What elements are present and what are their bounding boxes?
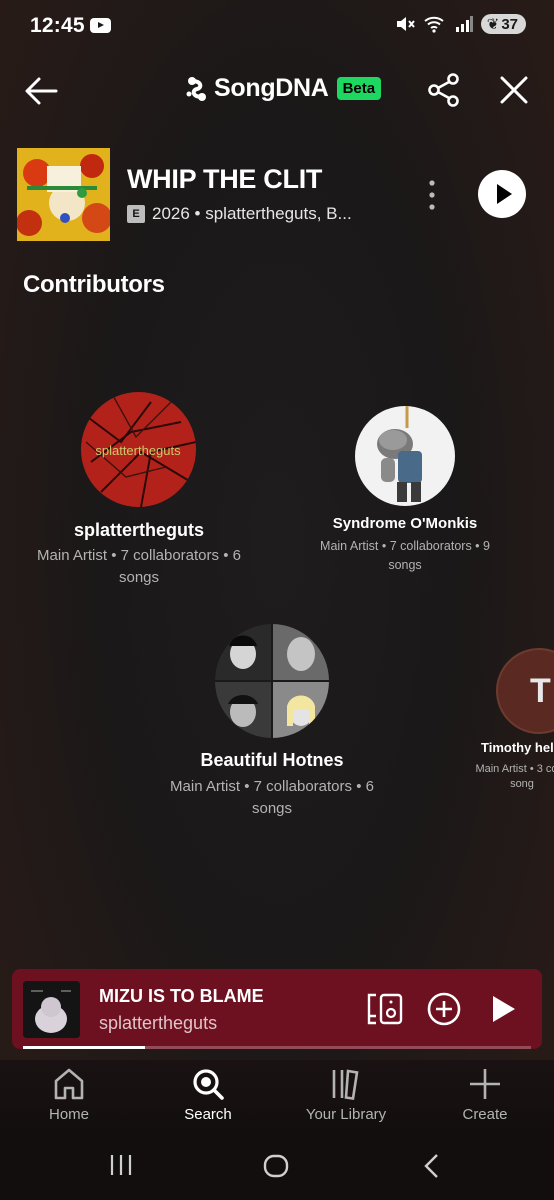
youtube-notification-icon xyxy=(90,18,111,33)
track-title: WHIP THE CLIT xyxy=(127,164,323,194)
avatar-wordmark: splattertheguts xyxy=(95,443,181,458)
plus-icon xyxy=(470,1069,500,1099)
contributor-avatar xyxy=(215,624,329,738)
nav-library-label: Your Library xyxy=(305,1106,387,1123)
contributor-details: Main Artist • 7 collaborators • 6 songs xyxy=(37,547,241,586)
contributor-name: Syndrome O'Monkis xyxy=(332,515,478,532)
nav-home-label: Home xyxy=(48,1106,89,1123)
nav-library[interactable]: Your Library xyxy=(291,1066,401,1123)
system-navigation-bar xyxy=(0,1140,554,1200)
beta-badge: Beta xyxy=(336,77,382,100)
mini-player[interactable]: MIZU IS TO BLAME splattertheguts xyxy=(12,969,542,1049)
contributor-card[interactable]: Syndrome O'Monkis Main Artist • 7 collab… xyxy=(300,400,510,580)
avatar-initial: T xyxy=(530,672,551,710)
library-icon xyxy=(332,1069,359,1100)
battery-level: 37 xyxy=(501,15,518,33)
signal-icon xyxy=(455,16,473,32)
more-options-button[interactable] xyxy=(422,178,442,212)
nav-search[interactable]: Search xyxy=(153,1066,263,1123)
play-button[interactable] xyxy=(478,170,526,218)
connect-device-icon[interactable] xyxy=(366,991,404,1027)
contributor-name: Timothy hel xyxy=(481,740,554,755)
status-time: 12:45 xyxy=(30,14,85,37)
add-to-playlist-icon[interactable] xyxy=(426,991,462,1027)
back-button[interactable] xyxy=(22,72,60,110)
mute-icon xyxy=(396,17,415,31)
mini-player-progress xyxy=(23,1046,145,1049)
track-artwork xyxy=(17,148,110,241)
songdna-logo: SongDNA Beta xyxy=(186,74,382,103)
contributor-avatar: splattertheguts xyxy=(81,392,196,507)
wifi-icon xyxy=(424,16,444,33)
contributor-details: Main Artist • 7 collaborators • 9 songs xyxy=(320,539,490,572)
songdna-icon xyxy=(186,76,206,101)
home-system-icon[interactable] xyxy=(262,1152,290,1180)
search-icon xyxy=(193,1069,224,1100)
contributor-card[interactable]: Beautiful Hotnes Main Artist • 7 collabo… xyxy=(160,622,384,822)
nav-home[interactable]: Home xyxy=(14,1066,124,1123)
bottom-navigation: Home Search Your Library Create xyxy=(0,1060,554,1140)
logo-text: SongDNA xyxy=(214,74,329,102)
contributor-card[interactable]: T Timothy hel Main Artist • 3 colla song xyxy=(460,648,554,798)
nav-search-label: Search xyxy=(184,1106,232,1123)
track-meta: E 2026 • splattertheguts, B... xyxy=(127,204,352,224)
mini-play-icon[interactable] xyxy=(488,993,518,1025)
contributor-name: splattertheguts xyxy=(73,520,205,540)
status-icons: ❦ 37 xyxy=(395,14,526,34)
mini-player-artist: splattertheguts xyxy=(99,1013,218,1033)
contributor-details: Main Artist • 7 collaborators • 6 songs xyxy=(170,778,374,817)
explicit-badge: E xyxy=(127,205,145,223)
home-icon xyxy=(54,1068,84,1100)
mini-player-title: MIZU IS TO BLAME xyxy=(99,986,264,1006)
contributor-card[interactable]: splattertheguts splattertheguts Main Art… xyxy=(20,390,258,590)
nav-create-label: Create xyxy=(462,1106,508,1123)
share-button[interactable] xyxy=(426,72,462,108)
nav-create[interactable]: Create xyxy=(430,1066,540,1123)
track-meta-text: 2026 • splattertheguts, B... xyxy=(152,204,352,223)
contributor-name: Beautiful Hotnes xyxy=(200,750,344,770)
battery-indicator: ❦ 37 xyxy=(480,14,526,34)
contributor-avatar: T xyxy=(496,648,554,734)
section-title: Contributors xyxy=(23,271,165,298)
back-system-icon[interactable] xyxy=(420,1152,444,1180)
recent-apps-icon[interactable] xyxy=(108,1152,134,1178)
mini-player-artwork xyxy=(23,981,80,1038)
contributor-avatar xyxy=(355,406,455,506)
contributor-details: Main Artist • 3 colla song xyxy=(475,763,554,790)
close-button[interactable] xyxy=(496,72,532,108)
battery-saver-icon: ❦ xyxy=(486,16,500,33)
